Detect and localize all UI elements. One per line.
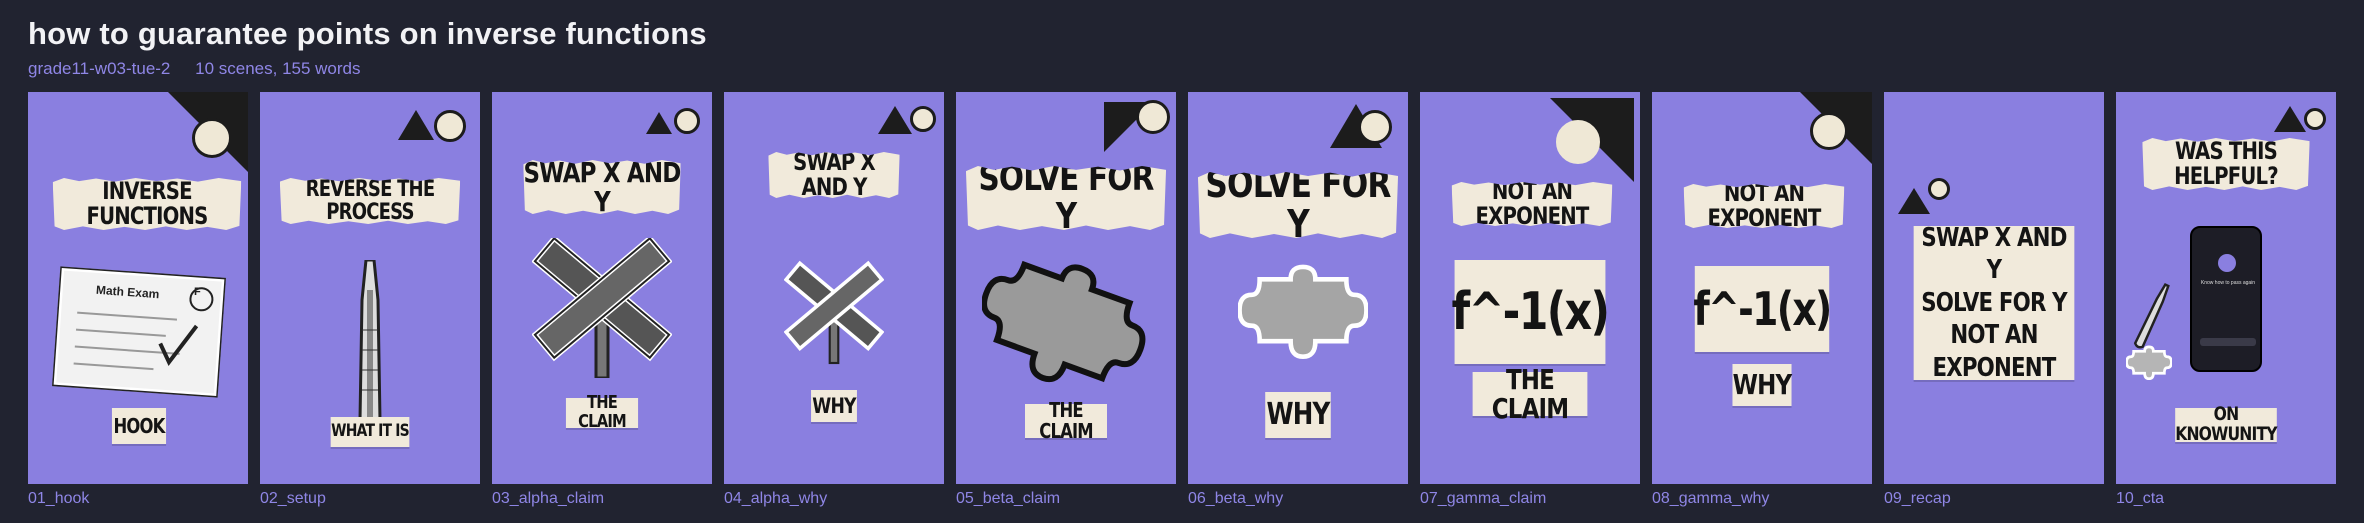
crossed-street-signs-icon (531, 234, 673, 380)
app-logo-icon (2218, 254, 2236, 272)
lesson-meta: grade11-w03-tue-2 10 scenes, 155 words (28, 59, 381, 79)
circle-icon (2304, 108, 2326, 130)
thermometer-icon (352, 258, 388, 430)
scene-card-07-gamma-claim[interactable]: NOT AN EXPONENT f^-1(x) THE CLAIM (1420, 92, 1640, 484)
scene-label[interactable]: 08_gamma_why (1652, 490, 1872, 508)
page-title: how to guarantee points on inverse funct… (28, 16, 707, 51)
puzzle-piece-icon (1237, 258, 1369, 378)
scene-caption: THE CLAIM (1025, 400, 1107, 442)
circle-icon (1358, 110, 1392, 144)
circle-icon (1136, 100, 1170, 134)
exam-grade: F (194, 286, 201, 298)
phone-text: Know how to pass again (2200, 280, 2256, 286)
scene-headline: NOT AN EXPONENT (1451, 182, 1613, 226)
scene-caption: ON KNOWUNITY (2175, 403, 2278, 445)
scene-card-01-hook[interactable]: INVERSE FUNCTIONS Math Exam F HOOK (28, 92, 248, 484)
scene-label[interactable]: 03_alpha_claim (492, 490, 712, 508)
formula-text: f^-1(x) (1451, 281, 1610, 342)
triangle-icon (878, 106, 912, 134)
recap-line-1: SWAP X AND Y (1921, 222, 2067, 286)
scene-label[interactable]: 01_hook (28, 490, 248, 508)
scene-summary: 10 scenes, 155 words (195, 59, 361, 78)
scene-headline: NOT AN EXPONENT (1683, 184, 1845, 228)
triangle-icon (398, 110, 434, 140)
scene-label[interactable]: 04_alpha_why (724, 490, 944, 508)
scene-label[interactable]: 02_setup (260, 490, 480, 508)
circle-icon (910, 106, 936, 132)
phone-button (2200, 338, 2256, 346)
recap-line-3: NOT AN EXPONENT (1932, 320, 2057, 383)
scene-caption: WHAT IT IS (330, 417, 410, 447)
formula-card: f^-1(x) (1693, 266, 1832, 352)
scene-card-10-cta[interactable]: WAS THIS HELPFUL? Know how to pass again… (2116, 92, 2336, 484)
circle-icon (192, 118, 232, 158)
scene-caption: WHY (811, 390, 857, 422)
scene-card-09-recap[interactable]: SWAP X AND Y SOLVE FOR Y NOT AN EXPONENT (1884, 92, 2104, 484)
scene-card-03-alpha-claim[interactable]: SWAP X AND Y THE CLAIM (492, 92, 712, 484)
formula-card: f^-1(x) (1451, 260, 1610, 364)
crossed-street-signs-icon (783, 258, 885, 368)
triangle-icon (2274, 106, 2306, 132)
scene-label[interactable]: 05_beta_claim (956, 490, 1176, 508)
triangle-icon (646, 112, 672, 134)
scene-card-04-alpha-why[interactable]: SWAP X AND Y WHY (724, 92, 944, 484)
circle-icon (1810, 112, 1848, 150)
scene-strip: INVERSE FUNCTIONS Math Exam F HOOK REVER… (28, 92, 2336, 484)
scene-caption: HOOK (111, 408, 167, 444)
scene-headline: REVERSE THE PROCESS (279, 178, 461, 224)
lesson-id: grade11-w03-tue-2 (28, 59, 171, 78)
puzzle-piece-icon (2125, 342, 2173, 388)
scene-card-08-gamma-why[interactable]: NOT AN EXPONENT f^-1(x) WHY (1652, 92, 1872, 484)
scene-headline: INVERSE FUNCTIONS (52, 178, 242, 230)
circle-icon (1928, 178, 1950, 200)
recap-card: SWAP X AND Y SOLVE FOR Y NOT AN EXPONENT (1913, 223, 2075, 383)
circle-icon (1556, 120, 1600, 164)
scene-card-05-beta-claim[interactable]: SOLVE FOR Y THE CLAIM (956, 92, 1176, 484)
circle-icon (674, 108, 700, 134)
triangle-icon (1898, 188, 1930, 214)
recap-line-2: SOLVE FOR Y (1921, 287, 2067, 318)
phone-app-icon: Know how to pass again (2190, 226, 2262, 372)
scene-headline: SOLVE FOR Y (965, 166, 1167, 230)
scene-headline: SWAP X AND Y (523, 155, 681, 218)
puzzle-piece-icon (981, 252, 1150, 392)
scene-label[interactable]: 06_beta_why (1188, 490, 1408, 508)
scene-label[interactable]: 09_recap (1884, 490, 2104, 508)
scene-caption: WHY (1265, 392, 1331, 438)
scene-caption: THE CLAIM (565, 393, 639, 431)
scene-caption: THE CLAIM (1472, 364, 1588, 423)
formula-text: f^-1(x) (1693, 281, 1832, 336)
scene-card-06-beta-why[interactable]: SOLVE FOR Y WHY (1188, 92, 1408, 484)
scene-card-02-setup[interactable]: REVERSE THE PROCESS WHAT IT IS (260, 92, 480, 484)
circle-icon (434, 110, 466, 142)
scene-label[interactable]: 10_cta (2116, 490, 2336, 508)
scene-label[interactable]: 07_gamma_claim (1420, 490, 1640, 508)
scene-headline: SOLVE FOR Y (1197, 172, 1399, 238)
scene-caption: WHY (1732, 364, 1792, 406)
scene-headline: SWAP X AND Y (768, 152, 900, 198)
scene-headline: WAS THIS HELPFUL? (2142, 138, 2310, 190)
